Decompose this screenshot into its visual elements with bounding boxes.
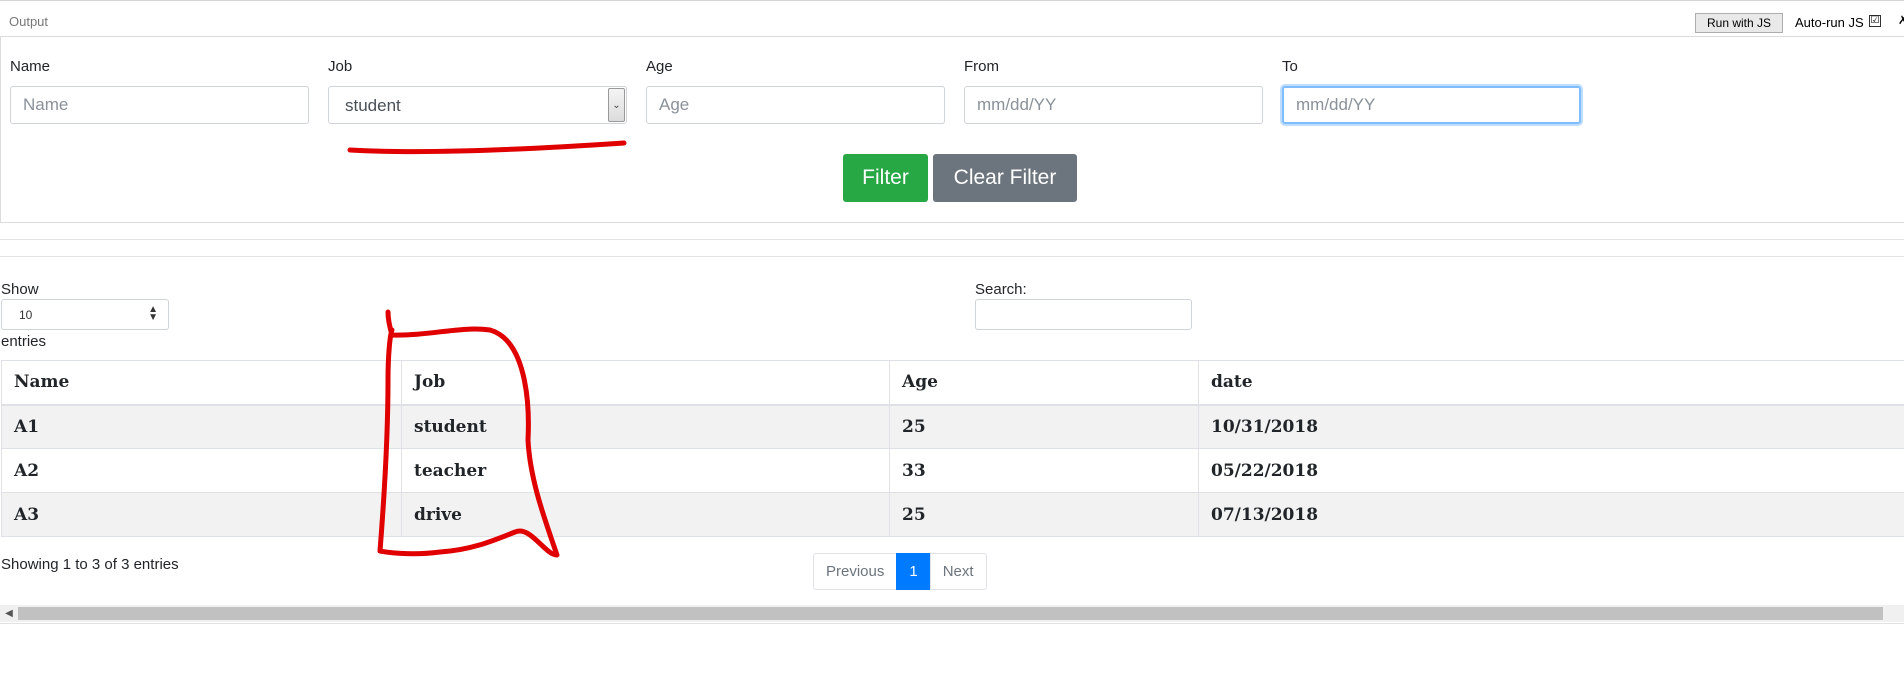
table-row[interactable]: A3 drive 25 07/13/2018 [1, 492, 1904, 537]
table-row[interactable]: A1 student 25 10/31/2018 [1, 404, 1904, 449]
name-input[interactable] [10, 86, 309, 124]
cell-job: drive [401, 492, 890, 537]
cell-age: 25 [889, 492, 1199, 537]
cell-job: student [401, 404, 890, 449]
page-1-button[interactable]: 1 [896, 553, 931, 590]
cell-job: teacher [401, 448, 890, 493]
top-border [0, 0, 1904, 1]
search-input[interactable] [975, 299, 1192, 330]
pagination: Previous 1 Next [813, 553, 987, 590]
next-page-button[interactable]: Next [929, 553, 987, 590]
job-select[interactable]: student ⌄ [328, 86, 627, 124]
age-label: Age [646, 58, 673, 75]
cell-date: 10/31/2018 [1198, 404, 1904, 449]
from-date-input[interactable] [964, 86, 1263, 124]
column-header-name[interactable]: Name [1, 360, 402, 406]
page-length-value: 10 [19, 308, 33, 322]
table-header-row: Name Job Age date [1, 360, 1904, 406]
name-label: Name [10, 58, 51, 75]
autorun-label: Auto-run JS [1795, 15, 1864, 30]
data-table: Name Job Age date A1 student 25 10/31/20… [1, 360, 1904, 537]
to-date-input[interactable] [1282, 86, 1581, 124]
chevron-down-icon[interactable]: ⌄ [608, 88, 625, 122]
close-icon[interactable]: ✗ [1898, 13, 1904, 27]
autorun-checkbox[interactable]: ☑ [1869, 15, 1881, 27]
column-header-job[interactable]: Job [401, 360, 890, 406]
cell-name: A1 [1, 404, 402, 449]
search-label: Search: [975, 281, 1027, 298]
clear-filter-button[interactable]: Clear Filter [933, 154, 1077, 202]
job-select-value: student [345, 96, 401, 115]
divider [0, 256, 1904, 257]
sort-arrows-icon: ▲ ▼ [148, 304, 158, 323]
run-with-js-button[interactable]: Run with JS [1695, 13, 1783, 33]
cell-date: 05/22/2018 [1198, 448, 1904, 493]
cell-name: A2 [1, 448, 402, 493]
table-row[interactable]: A2 teacher 33 05/22/2018 [1, 448, 1904, 493]
table-info: Showing 1 to 3 of 3 entries [1, 556, 179, 573]
to-label: To [1282, 58, 1298, 75]
cell-age: 25 [889, 404, 1199, 449]
column-header-age[interactable]: Age [889, 360, 1199, 406]
divider [0, 239, 1904, 240]
cell-age: 33 [889, 448, 1199, 493]
page-length-select[interactable]: 10 ▲ ▼ [1, 299, 169, 330]
scroll-left-icon[interactable]: ◀ [2, 606, 16, 621]
divider [0, 623, 1904, 624]
cell-name: A3 [1, 492, 402, 537]
cell-date: 07/13/2018 [1198, 492, 1904, 537]
previous-page-button[interactable]: Previous [813, 553, 898, 590]
horizontal-scrollbar[interactable]: ◀ [0, 605, 1904, 622]
column-header-date[interactable]: date [1198, 360, 1904, 406]
show-label: Show [1, 281, 39, 298]
age-input[interactable] [646, 86, 945, 124]
output-label: Output [9, 14, 49, 29]
entries-label: entries [1, 333, 47, 350]
scrollbar-thumb[interactable] [18, 607, 1883, 620]
filter-button[interactable]: Filter [843, 154, 928, 202]
from-label: From [964, 58, 999, 75]
job-label: Job [328, 58, 353, 75]
